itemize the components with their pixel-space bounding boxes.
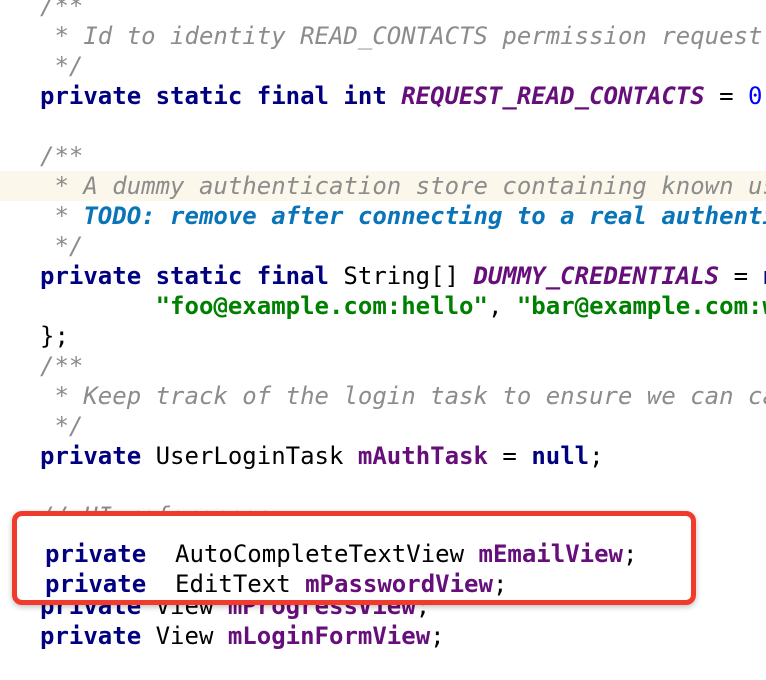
code-line: * TODO: remove after connecting to a rea… [40,201,766,231]
type-name: String[] [328,262,474,290]
constant-name: DUMMY_CREDENTIALS [473,262,720,290]
comment-text: /** [40,142,84,170]
comment-text: * [40,202,84,230]
string-literal: "bar@example.com:wo [516,292,766,320]
semicolon: ; [492,570,508,598]
semicolon: ; [762,82,766,110]
code-line: * A dummy authentication store containin… [40,171,766,201]
code-line: /** [40,0,83,21]
field-name: mAuthTask [357,442,488,470]
field-name: mLoginFormView [227,622,431,650]
code-line: private static final String[] DUMMY_CRED… [40,261,766,291]
code-line: private AutoCompleteTextView mEmailView; [45,539,637,569]
comment-text: */ [40,52,84,80]
todo-text: TODO: remove after connecting to a real … [83,202,766,230]
type-name: UserLoginTask [141,442,358,470]
operator: = [487,442,532,470]
type-name: EditText [146,570,306,598]
string-literal: "foo@example.com:hello" [155,292,488,320]
closing-brace: }; [40,322,69,350]
field-name: mEmailView [478,540,624,568]
code-line: private View mLoginFormView; [40,621,445,651]
code-line: */ [40,411,83,441]
code-line: "foo@example.com:hello", "bar@example.co… [40,291,766,321]
code-line: * Keep track of the login task to ensure… [40,381,766,411]
keyword: private [45,540,147,568]
constant-name: REQUEST_READ_CONTACTS [401,82,705,110]
keyword: private [40,442,142,470]
comment-text: /** [40,0,84,20]
comment-text: * Keep track of the login task to ensure… [40,382,766,410]
comment-text: /** [40,352,84,380]
code-line: * Id to identity READ_CONTACTS permissio… [40,21,766,51]
code-line: private static final int REQUEST_READ_CO… [40,81,766,111]
field-name: mPasswordView [305,570,493,598]
code-line: */ [40,231,83,261]
semicolon: ; [623,540,638,568]
comment-text: * Id to identity READ_CONTACTS permissio… [40,22,766,50]
code-line: */ [40,51,83,81]
code-line: }; [40,321,69,351]
comment-text: * A dummy authentication store containin… [40,172,766,200]
code-editor[interactable]: /** * Id to identity READ_CONTACTS permi… [0,0,766,680]
code-line: /** [40,351,83,381]
separator: , [487,292,517,320]
semicolon: ; [430,622,445,650]
code-line: private UserLoginTask mAuthTask = null; [40,441,604,471]
semicolon: ; [589,442,604,470]
keyword: null [531,442,590,470]
type-name: AutoCompleteTextView [146,540,479,568]
operator: = [719,262,763,290]
keyword: private [45,570,147,598]
keyword: private static final int [40,82,387,110]
code-line: /** [40,141,83,171]
comment-text: */ [40,412,84,440]
keyword: ne [762,262,766,290]
keyword: private static final [40,262,329,290]
type-name: View [141,622,228,650]
number-literal: 0 [748,82,763,110]
code-line: private EditText mPasswordView; [45,569,637,599]
highlight-annotation-box: private AutoCompleteTextView mEmailView;… [12,511,696,605]
comment-text: */ [40,232,84,260]
keyword: private [40,622,142,650]
operator: = [704,82,749,110]
